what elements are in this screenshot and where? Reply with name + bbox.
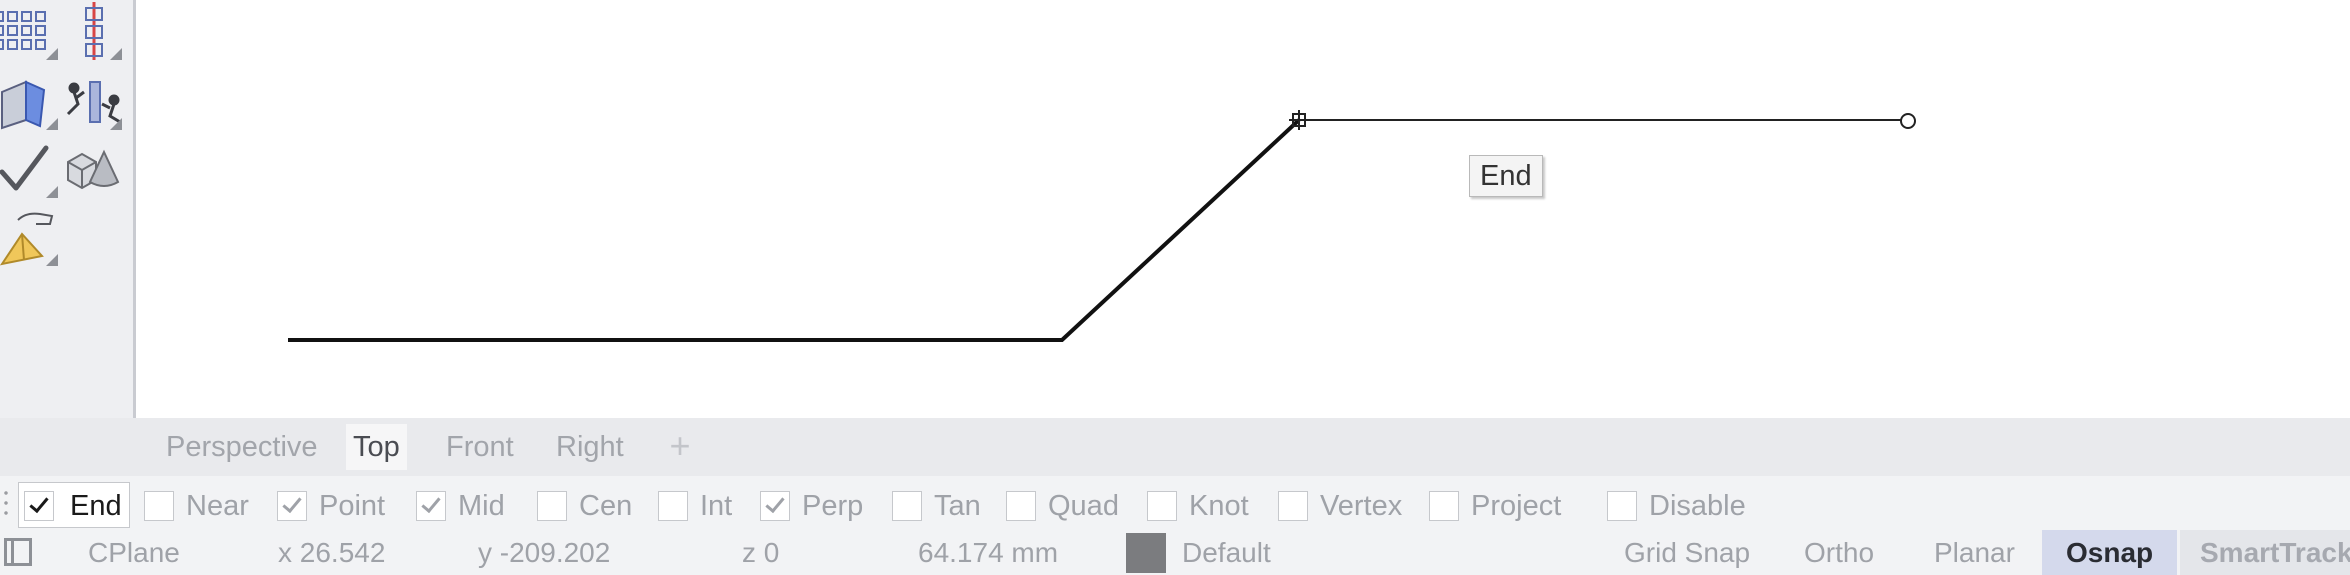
osnap-int-checkbox[interactable]: [658, 491, 688, 521]
flyout-indicator: [46, 118, 58, 130]
tab-perspective[interactable]: Perspective: [159, 424, 325, 470]
viewport-frame-icon[interactable]: [4, 538, 32, 566]
osnap-end-checkbox[interactable]: [24, 491, 54, 521]
x-coordinate: x 26.542: [278, 537, 386, 568]
osnap-quad-label: Quad: [1048, 490, 1119, 522]
snap-marker-icon: [1289, 110, 1309, 130]
osnap-disable-checkbox[interactable]: [1607, 491, 1637, 521]
osnap-knot-label: Knot: [1189, 490, 1249, 522]
osnap-project-checkbox[interactable]: [1429, 491, 1459, 521]
y-coordinate: y -209.202: [478, 537, 611, 568]
osnap-project-label: Project: [1471, 490, 1562, 522]
osnap-toggle[interactable]: Osnap: [2042, 530, 2178, 575]
osnap-tooltip: End: [1469, 155, 1543, 197]
cursor-point-icon: [1900, 113, 1916, 129]
osnap-end-label: End: [70, 490, 122, 522]
polyline-curve[interactable]: [288, 118, 1301, 342]
osnap-perp-checkbox[interactable]: [760, 491, 790, 521]
status-bar: CPlane x 26.542 y -209.202 z 0 64.174 mm…: [0, 530, 2350, 575]
distance-readout: 64.174 mm: [918, 537, 1059, 568]
solid-primitives-icon: [67, 149, 120, 190]
ortho-toggle[interactable]: Ortho: [1804, 530, 1874, 575]
left-toolbar: [0, 0, 136, 418]
grid-snap-toggle[interactable]: Grid Snap: [1624, 530, 1750, 575]
osnap-vertex-label: Vertex: [1320, 490, 1403, 522]
flyout-indicator: [46, 48, 58, 60]
tab-top[interactable]: Top: [346, 424, 407, 470]
drag-grip-icon[interactable]: [2, 488, 10, 518]
osnap-near-label: Near: [186, 490, 249, 522]
osnap-int-label: Int: [700, 490, 733, 522]
osnap-cen-checkbox[interactable]: [537, 491, 567, 521]
solid-tools-button[interactable]: [64, 138, 124, 200]
smarttrack-toggle[interactable]: SmartTrack: [2180, 530, 2350, 575]
osnap-mid-label: Mid: [458, 490, 505, 522]
add-viewport-tab-button[interactable]: +: [662, 428, 698, 464]
osnap-cen-label: Cen: [579, 490, 633, 522]
osnap-quad-checkbox[interactable]: [1006, 491, 1036, 521]
planar-toggle[interactable]: Planar: [1934, 530, 2015, 575]
osnap-bar: End Near Point Mid Cen Int Perp Tan Quad…: [0, 476, 2350, 530]
osnap-near-checkbox[interactable]: [144, 491, 174, 521]
z-coordinate: z 0: [742, 537, 780, 568]
cplane-label[interactable]: CPlane: [88, 530, 180, 575]
osnap-point-checkbox[interactable]: [277, 491, 307, 521]
viewport-canvas[interactable]: [139, 0, 2350, 418]
flyout-indicator: [46, 186, 58, 198]
array-grid-button[interactable]: [0, 0, 60, 62]
osnap-perp-label: Perp: [802, 490, 864, 522]
surface-tools-button[interactable]: [0, 70, 60, 132]
layer-color-swatch[interactable]: [1126, 533, 1166, 573]
tab-right[interactable]: Right: [549, 424, 631, 470]
osnap-vertex-checkbox[interactable]: [1278, 491, 1308, 521]
rhino-window: End Perspective Top Front Right + End Ne…: [0, 0, 2350, 575]
top-viewport[interactable]: End: [139, 0, 2350, 418]
osnap-disable-label: Disable: [1649, 490, 1746, 522]
array-linear-button[interactable]: [64, 0, 124, 62]
gumball-button[interactable]: [64, 70, 124, 132]
viewport-tabs: Perspective Top Front Right +: [0, 418, 2350, 476]
check-button[interactable]: [0, 138, 60, 200]
flyout-indicator: [110, 118, 122, 130]
osnap-tan-label: Tan: [934, 490, 981, 522]
render-tools-button[interactable]: [0, 206, 60, 268]
current-layer[interactable]: Default: [1182, 530, 1271, 575]
flyout-indicator: [110, 48, 122, 60]
osnap-tan-checkbox[interactable]: [892, 491, 922, 521]
tab-front[interactable]: Front: [439, 424, 521, 470]
osnap-mid-checkbox[interactable]: [416, 491, 446, 521]
osnap-knot-checkbox[interactable]: [1147, 491, 1177, 521]
flyout-indicator: [46, 254, 58, 266]
osnap-point-label: Point: [319, 490, 386, 522]
